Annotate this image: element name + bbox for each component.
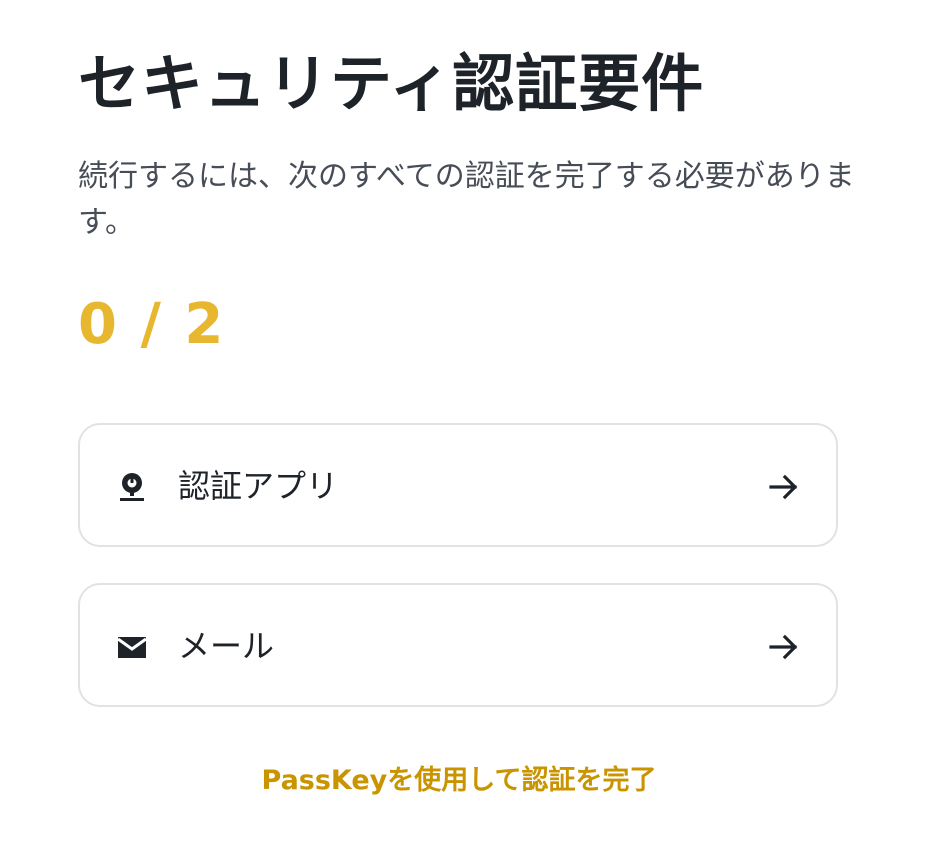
arrow-right-icon bbox=[769, 634, 798, 660]
email-label: メール bbox=[178, 627, 275, 665]
arrow-right-icon bbox=[769, 474, 798, 500]
passkey-link[interactable]: PassKeyを使用して認証を完了 bbox=[0, 762, 918, 800]
description-text: 続行するには、次のすべての認証を完了する必要があります。 bbox=[78, 159, 855, 240]
verification-progress: 0 / 2 bbox=[78, 292, 226, 357]
authenticator-app-label: 認証アプリ bbox=[178, 467, 339, 505]
mail-icon bbox=[117, 637, 147, 658]
page-title: セキュリティ認証要件 bbox=[78, 47, 705, 120]
authenticator-app-option[interactable]: 認証アプリ bbox=[78, 423, 838, 547]
authenticator-icon bbox=[120, 473, 144, 501]
email-option[interactable]: メール bbox=[78, 583, 838, 707]
